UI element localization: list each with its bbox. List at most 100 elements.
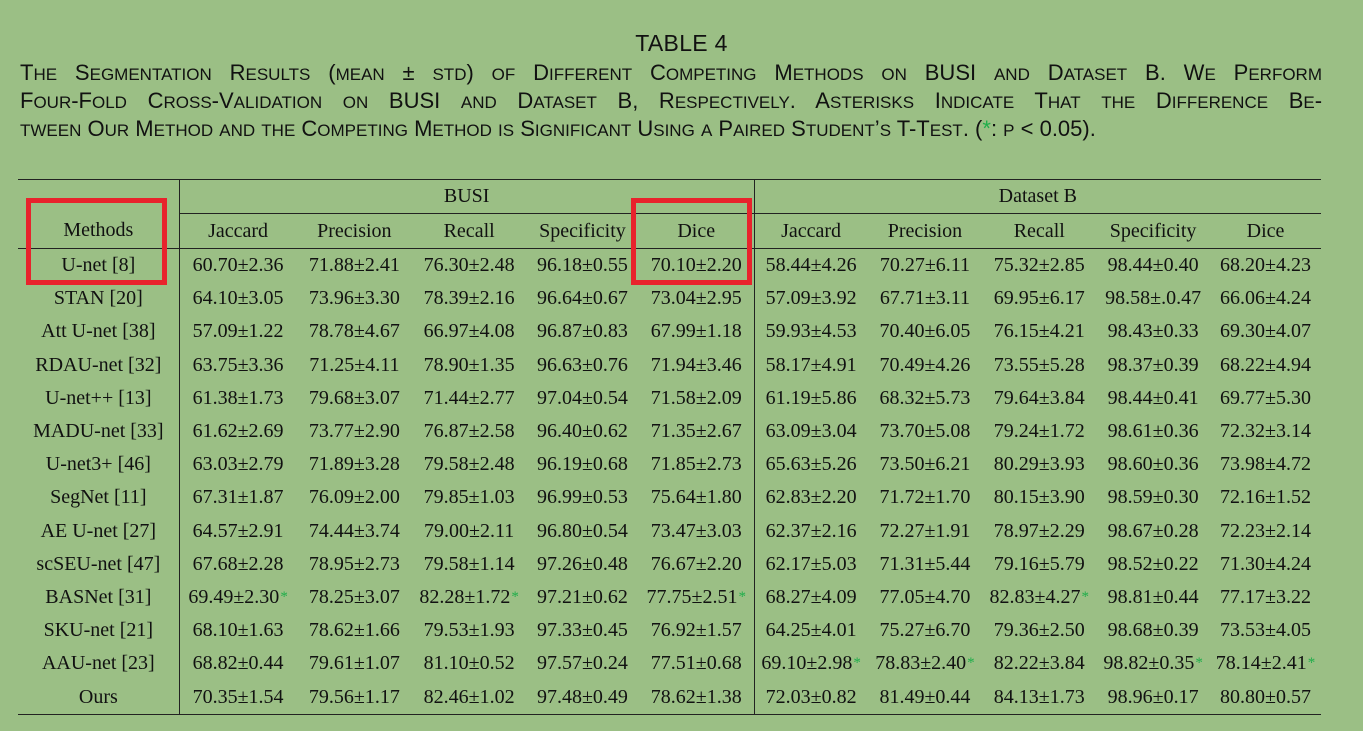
metric-value: 98.43±0.33 (1107, 320, 1199, 343)
metric-cell: 71.88±2.41 (296, 249, 412, 283)
method-name: U-net3+ [46] (18, 448, 180, 482)
metric-cell: 71.31±5.44 (868, 548, 983, 581)
metric-cell: 67.31±1.87 (179, 481, 296, 514)
metric-value: 62.83±2.20 (765, 486, 857, 509)
caption-line-3: TWEEN OUR METHOD AND THE COMPETING METHO… (20, 116, 1096, 141)
metric-cell: 71.44±2.77 (412, 382, 526, 415)
metric-value: 78.95±2.73 (308, 552, 400, 575)
metric-value: 78.25±3.07 (308, 585, 400, 608)
metric-cell: 70.40±6.05 (868, 315, 983, 348)
metric-value: 96.19±0.68 (536, 453, 628, 476)
method-name: MADU-net [33] (18, 414, 180, 449)
metric-value: 74.44±3.74 (308, 519, 400, 542)
caption-line-1: THE SEGMENTATION RESULTS (MEAN ± STD) OF… (20, 60, 1322, 85)
table-row: AAU-net [23] 68.82±0.44 79.61±1.07 81.10±0.… (18, 647, 1321, 681)
metric-cell: 98.81±0.44 (1096, 581, 1210, 614)
column-header-dice-busi: Dice (638, 213, 755, 249)
metric-value: 82.28±1.72 (419, 585, 511, 608)
metric-cell: 58.44±4.26 (754, 249, 867, 283)
metric-cell: 84.13±1.73 (982, 680, 1096, 714)
table-row: AE U-net [27] 64.57±2.91 74.44±3.74 79.00±2… (18, 514, 1321, 548)
metric-value: 79.58±1.14 (423, 552, 515, 575)
metric-cell: 75.32±2.85 (982, 249, 1096, 283)
metric-cell: 77.17±3.22 (1210, 581, 1321, 614)
metric-value: 70.49±4.26 (879, 353, 971, 376)
metric-cell: 78.83±2.40* (868, 647, 983, 680)
significance-asterisk: * (1195, 655, 1203, 672)
metric-cell: 98.68±0.39 (1096, 614, 1210, 647)
metric-value: 70.40±6.05 (879, 320, 971, 343)
method-name: U-net++ [13] (18, 381, 180, 415)
metric-value: 73.47±3.03 (650, 519, 742, 542)
table-row: U-net [8] 60.70±2.36 71.88±2.41 76.30±2.48 9… (18, 248, 1321, 283)
method-name: SegNet [11] (18, 481, 180, 515)
metric-cell: 78.97±2.29 (982, 515, 1096, 548)
metric-value: 72.32±3.14 (1220, 420, 1311, 443)
metric-value: 70.35±1.54 (192, 685, 284, 708)
group-header-row: BUSI Dataset B (18, 179, 1321, 214)
metric-cell: 62.17±5.03 (754, 548, 867, 581)
metric-cell: 75.64±1.80 (638, 481, 755, 515)
metric-value: 71.44±2.77 (423, 386, 515, 409)
metric-value: 79.61±1.07 (308, 652, 400, 675)
metric-cell: 97.48±0.49 (526, 680, 639, 714)
metric-value: 79.00±2.11 (424, 519, 515, 542)
metric-cell: 69.77±5.30 (1210, 382, 1321, 415)
metric-cell: 98.60±0.36 (1096, 448, 1210, 481)
metric-value: 67.71±3.11 (879, 287, 971, 310)
metric-value: 61.19±5.86 (765, 386, 857, 409)
metric-cell: 69.10±2.98* (754, 647, 867, 680)
metric-value: 73.96±3.30 (308, 287, 400, 310)
metric-cell: 80.80±0.57 (1210, 680, 1321, 714)
metric-cell: 70.49±4.26 (868, 349, 983, 382)
metric-value: 96.99±0.53 (536, 486, 628, 509)
metric-cell: 79.56±1.17 (296, 680, 412, 714)
metric-cell: 96.80±0.54 (526, 515, 639, 548)
metric-value: 98.81±0.44 (1107, 585, 1199, 608)
metric-cell: 78.90±1.35 (412, 349, 526, 382)
method-name: Att U-net [38] (18, 315, 180, 349)
metric-cell: 76.30±2.48 (412, 249, 526, 283)
table-caption-text: THE SEGMENTATION RESULTS (MEAN ± STD) OF… (20, 60, 1322, 144)
metric-value: 69.30±4.07 (1220, 320, 1311, 343)
metric-value: 84.13±1.73 (993, 685, 1085, 708)
metric-value: 78.14±2.41 (1215, 652, 1307, 675)
metric-value: 72.27±1.91 (879, 519, 971, 542)
metric-value: 78.62±1.38 (650, 685, 742, 708)
metric-cell: 62.83±2.20 (754, 481, 867, 514)
metric-cell: 66.97±4.08 (412, 315, 526, 348)
metric-cell: 96.64±0.67 (526, 282, 639, 315)
metric-value: 69.95±6.17 (993, 287, 1085, 310)
metric-cell: 68.82±0.44 (179, 647, 296, 680)
metric-cell: 71.30±4.24 (1210, 548, 1321, 581)
metric-cell: 96.63±0.76 (526, 349, 639, 382)
metric-cell: 59.93±4.53 (754, 315, 867, 348)
metric-cell: 78.39±2.16 (412, 282, 526, 315)
metric-cell: 98.52±0.22 (1096, 548, 1210, 581)
significance-asterisk: * (1307, 655, 1316, 672)
metric-cell: 73.96±3.30 (296, 282, 412, 315)
metric-value: 73.98±4.72 (1220, 453, 1311, 476)
metric-cell: 57.09±1.22 (179, 315, 296, 348)
metric-value: 65.63±5.26 (765, 453, 857, 476)
metric-value: 79.64±3.84 (993, 386, 1085, 409)
metric-value: 98.96±0.17 (1107, 685, 1199, 708)
metric-cell: 72.16±1.52 (1210, 481, 1321, 514)
metric-value: 79.16±5.79 (993, 552, 1085, 575)
metric-cell: 69.30±4.07 (1210, 315, 1321, 348)
metric-value: 71.30±4.24 (1220, 552, 1311, 575)
column-header-jaccard-dataset-b: Jaccard (754, 213, 868, 249)
segmentation-results-table: BUSI Dataset B Methods Jaccard Precision R… (18, 179, 1321, 715)
metric-cell: 97.26±0.48 (526, 548, 639, 581)
column-header-dice-dataset-b: Dice (1210, 213, 1321, 249)
metric-cell: 73.70±5.08 (868, 415, 983, 448)
metric-value: 68.10±1.63 (192, 619, 284, 642)
metric-value: 80.29±3.93 (993, 453, 1085, 476)
results-body: U-net [8] 60.70±2.36 71.88±2.41 76.30±2.48 9… (18, 248, 1321, 715)
metric-value: 62.37±2.16 (765, 519, 857, 542)
metric-cell: 79.36±2.50 (982, 614, 1096, 647)
table-row: scSEU-net [47] 67.68±2.28 78.95±2.73 79.58±… (18, 547, 1321, 581)
table-row: U-net3+ [46] 63.03±2.79 71.89±3.28 79.58±2.… (18, 448, 1321, 482)
metric-cell: 57.09±3.92 (754, 282, 867, 315)
metric-value: 78.97±2.29 (993, 519, 1085, 542)
